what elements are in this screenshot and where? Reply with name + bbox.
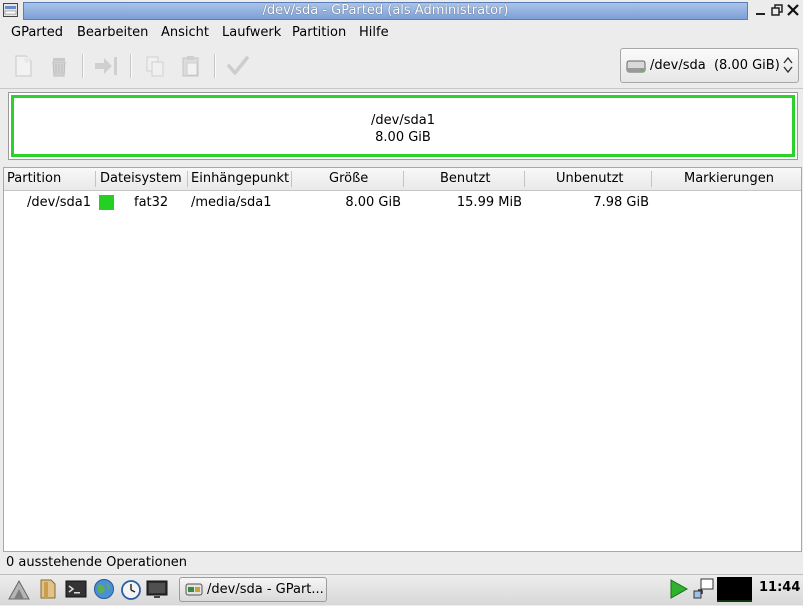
- apply-button[interactable]: [224, 52, 252, 80]
- taskbar-window-label: /dev/sda - GPart...: [207, 582, 324, 597]
- menu-gparted[interactable]: GParted: [11, 25, 63, 41]
- cell-size: 8.00 GiB: [345, 195, 401, 210]
- device-selector-label: /dev/sda (8.00 GiB): [650, 58, 780, 73]
- screenshot-tool-icon[interactable]: [692, 578, 714, 600]
- cell-mountpoint: /media/sda1: [191, 195, 272, 210]
- new-partition-icon: [15, 55, 32, 77]
- network-status-icon[interactable]: [668, 578, 690, 600]
- column-divider[interactable]: [651, 171, 652, 187]
- taskbar: /dev/sda - GPart... 11:44: [0, 574, 803, 605]
- cell-filesystem: fat32: [134, 195, 169, 210]
- partition-block-name: /dev/sda1: [371, 113, 435, 128]
- cell-used: 15.99 MiB: [456, 195, 522, 210]
- menu-bearbeiten[interactable]: Bearbeiten: [77, 25, 148, 41]
- table-header: Partition Dateisystem Einhängepunkt Größ…: [4, 168, 801, 191]
- paste-button[interactable]: [177, 52, 205, 80]
- apply-icon: [227, 56, 249, 75]
- show-desktop-icon[interactable]: [146, 578, 168, 600]
- device-selector[interactable]: /dev/sda (8.00 GiB): [620, 48, 799, 83]
- cell-partition: /dev/sda1: [27, 195, 91, 210]
- clock-app-icon[interactable]: [120, 578, 142, 600]
- partition-table: Partition Dateisystem Einhängepunkt Größ…: [3, 167, 802, 552]
- toolbar-separator: [82, 54, 84, 78]
- terminal-icon[interactable]: [65, 578, 87, 600]
- menu-partition[interactable]: Partition: [292, 25, 346, 41]
- web-browser-icon[interactable]: [93, 578, 115, 600]
- window-title: /dev/sda - GParted (als Administrator): [23, 2, 748, 20]
- minimize-button[interactable]: [753, 2, 769, 18]
- column-divider[interactable]: [403, 171, 404, 187]
- cell-unused: 7.98 GiB: [593, 195, 649, 210]
- window-menu-icon[interactable]: [3, 3, 18, 17]
- column-header-partition[interactable]: Partition: [7, 168, 61, 190]
- column-header-filesystem[interactable]: Dateisystem: [100, 168, 182, 190]
- column-divider[interactable]: [95, 171, 96, 187]
- toolbar-separator: [130, 54, 132, 78]
- file-manager-icon[interactable]: [37, 578, 59, 600]
- column-header-mountpoint[interactable]: Einhängepunkt: [191, 168, 289, 190]
- new-partition-button[interactable]: [9, 52, 37, 80]
- copy-button[interactable]: [141, 52, 169, 80]
- delete-button[interactable]: [45, 52, 73, 80]
- menu-laufwerk[interactable]: Laufwerk: [222, 25, 281, 41]
- hard-disk-icon: [626, 60, 646, 73]
- column-header-flags[interactable]: Markierungen: [684, 168, 774, 190]
- partition-block-size: 8.00 GiB: [375, 130, 431, 145]
- maximize-icon: [771, 4, 783, 16]
- column-header-size[interactable]: Größe: [329, 168, 368, 190]
- title-bar: /dev/sda - GParted (als Administrator): [0, 0, 803, 22]
- delete-icon: [52, 58, 66, 77]
- partition-block-sda1[interactable]: /dev/sda1 8.00 GiB: [11, 95, 795, 157]
- gparted-icon: [185, 583, 203, 596]
- resize-move-icon: [95, 57, 117, 75]
- column-divider[interactable]: [524, 171, 525, 187]
- column-divider[interactable]: [187, 171, 188, 187]
- clock[interactable]: 11:44: [759, 580, 800, 595]
- cpu-graph-icon: [717, 600, 752, 602]
- menu-ansicht[interactable]: Ansicht: [161, 25, 209, 41]
- minimize-icon: [756, 13, 765, 15]
- copy-icon: [146, 56, 164, 77]
- table-row[interactable]: /dev/sda1 fat32 /media/sda1 8.00 GiB 15.…: [4, 193, 801, 213]
- start-menu-icon[interactable]: [8, 578, 30, 600]
- column-header-unused[interactable]: Unbenutzt: [556, 168, 624, 190]
- status-text: 0 ausstehende Operationen: [6, 555, 188, 570]
- filesystem-color-swatch: [99, 195, 114, 210]
- column-header-used[interactable]: Benutzt: [440, 168, 490, 190]
- chevron-updown-icon: [783, 56, 793, 74]
- close-icon: [787, 4, 799, 16]
- maximize-button[interactable]: [769, 2, 785, 18]
- paste-icon: [182, 56, 199, 77]
- toolbar-separator: [214, 54, 216, 78]
- menu-bar: GParted Bearbeiten Ansicht Laufwerk Part…: [0, 22, 803, 44]
- cpu-monitor-graph: [717, 577, 752, 602]
- close-button[interactable]: [785, 2, 801, 18]
- taskbar-window-button[interactable]: /dev/sda - GPart...: [179, 577, 327, 602]
- menu-hilfe[interactable]: Hilfe: [359, 25, 389, 41]
- column-divider[interactable]: [291, 171, 292, 187]
- resize-move-button[interactable]: [92, 52, 120, 80]
- disk-graphic: /dev/sda1 8.00 GiB: [8, 92, 798, 160]
